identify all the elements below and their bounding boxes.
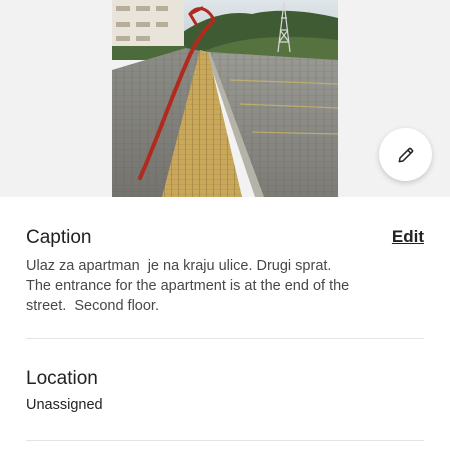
photo-details-page: Caption Edit Ulaz za apartman je na kraj… xyxy=(0,0,450,450)
edit-photo-button[interactable] xyxy=(379,128,432,181)
caption-line: The entrance for the apartment is at the… xyxy=(26,278,350,294)
photo-area xyxy=(0,0,450,197)
caption-line: Ulaz za apartman je na kraju ulice. Drug… xyxy=(26,258,332,274)
location-value: Unassigned xyxy=(26,397,103,413)
listing-photo[interactable] xyxy=(112,0,338,197)
section-divider xyxy=(26,338,424,339)
location-heading: Location xyxy=(26,368,98,389)
edit-caption-link[interactable]: Edit xyxy=(392,227,424,247)
pencil-icon xyxy=(398,147,413,162)
caption-text: Ulaz za apartman je na kraju ulice. Drug… xyxy=(26,256,426,316)
caption-heading: Caption xyxy=(26,227,92,248)
caption-line: street. Second floor. xyxy=(26,298,159,314)
section-divider xyxy=(26,440,424,441)
